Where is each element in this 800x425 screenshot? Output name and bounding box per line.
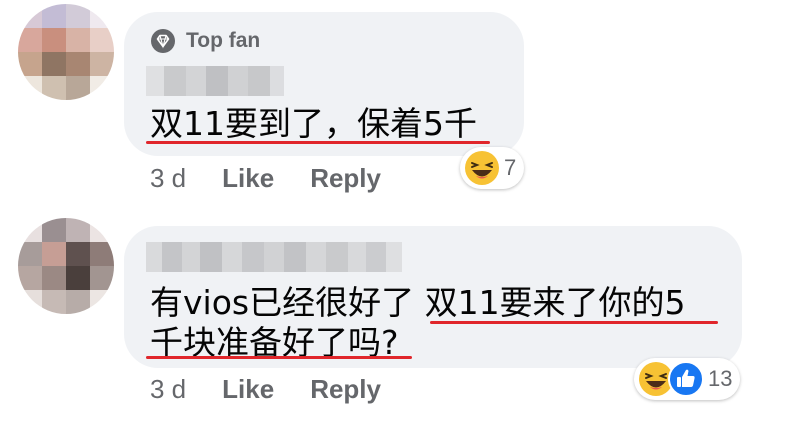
comment-actions: 3 d Like Reply <box>150 374 381 405</box>
highlight-underline <box>146 141 490 144</box>
reaction-count: 7 <box>504 155 517 180</box>
badge-label: Top fan <box>186 29 261 52</box>
like-emoji-icon <box>668 361 704 397</box>
like-button[interactable]: Like <box>222 163 274 194</box>
reaction-summary[interactable]: 13 <box>634 358 741 400</box>
reply-button[interactable]: Reply <box>310 163 381 194</box>
avatar[interactable] <box>18 218 114 314</box>
reaction-count: 13 <box>708 366 733 391</box>
comment-actions: 3 d Like Reply <box>150 163 381 194</box>
avatar[interactable] <box>18 4 114 100</box>
laugh-emoji-icon <box>464 150 500 186</box>
comment-time[interactable]: 3 d <box>150 163 186 194</box>
reply-button[interactable]: Reply <box>310 374 381 405</box>
top-fan-badge: Top fan <box>150 28 260 54</box>
highlight-underline <box>430 321 718 324</box>
comment-time[interactable]: 3 d <box>150 374 186 405</box>
reaction-summary[interactable]: 7 <box>460 147 525 189</box>
comment-text-line-2: 千块准备好了吗? <box>150 323 399 362</box>
like-button[interactable]: Like <box>222 374 274 405</box>
highlight-underline <box>146 356 412 359</box>
diamond-icon <box>150 28 176 54</box>
author-name[interactable] <box>146 66 284 96</box>
author-name[interactable] <box>146 242 402 272</box>
